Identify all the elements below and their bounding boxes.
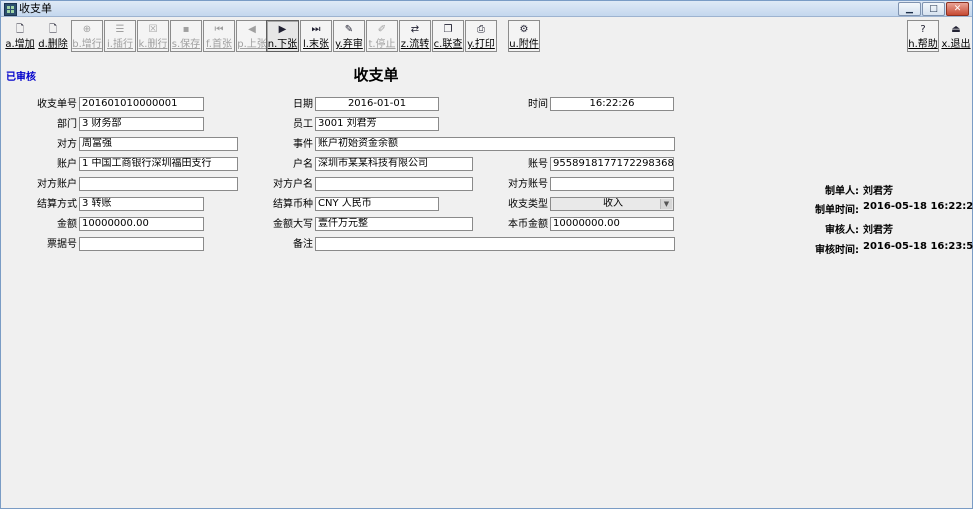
account-field[interactable]: 1 中国工商银行深圳福田支行 (79, 157, 238, 171)
first-record-icon: ⏮ (214, 24, 224, 35)
status-badge: 已审核 (6, 72, 36, 83)
delete-button[interactable]: 🗋 d.删除 (37, 20, 69, 52)
employee-field[interactable]: 3001 刘君芳 (315, 117, 439, 131)
remark-field[interactable] (315, 237, 675, 251)
prev-record-button[interactable]: ◀ p.上张 (236, 20, 268, 52)
close-button[interactable]: ✕ (946, 2, 969, 16)
date-field[interactable]: 2016-01-01 (315, 97, 439, 111)
account-label: 账户 (57, 159, 77, 170)
link-query-button[interactable]: ❐ c.联查 (432, 20, 464, 52)
help-icon: ? (920, 24, 926, 35)
amount-upper-field[interactable]: 壹仟万元整 (315, 217, 473, 231)
counterparty-field[interactable]: 周富强 (79, 137, 238, 151)
local-amount-label: 本币金额 (508, 219, 548, 230)
audited-time-value: 2016-05-18 16:23:56 (863, 241, 973, 252)
last-record-icon: ⏭ (311, 24, 321, 35)
counter-account-name-field[interactable] (315, 177, 473, 191)
print-button[interactable]: ⎙ y.打印 (465, 20, 497, 52)
account-name-field[interactable]: 深圳市某某科技有限公司 (315, 157, 473, 171)
save-icon: ▪ (182, 24, 190, 35)
maximize-button[interactable]: □ (922, 2, 945, 16)
currency-label: 结算币种 (273, 199, 313, 210)
amount-label: 金额 (57, 219, 77, 230)
first-record-button[interactable]: ⏮ f.首张 (203, 20, 235, 52)
add-row-icon: ⊕ (82, 24, 92, 35)
counterparty-label: 对方 (57, 139, 77, 150)
delete-row-button[interactable]: ☒ k.删行 (137, 20, 169, 52)
app-icon (4, 3, 17, 16)
date-label: 日期 (293, 99, 313, 110)
insert-row-icon: ☰ (115, 24, 125, 35)
save-button[interactable]: ▪ s.保存 (170, 20, 202, 52)
account-no-label: 账号 (528, 159, 548, 170)
account-name-label: 户名 (293, 159, 313, 170)
department-label: 部门 (57, 119, 77, 130)
stop-button[interactable]: ✐ t.停止 (366, 20, 398, 52)
type-label: 收支类型 (508, 199, 548, 210)
prev-record-icon: ◀ (248, 24, 256, 35)
type-select-value: 收入 (603, 198, 623, 209)
exit-button[interactable]: ⏏ x.退出 (940, 20, 972, 52)
flow-icon: ⇄ (410, 24, 420, 35)
attachment-button[interactable]: ⚙ u.附件 (508, 20, 540, 52)
title-bar[interactable]: 收支单 ▁ □ ✕ (1, 1, 972, 17)
link-query-icon: ❐ (443, 24, 453, 35)
settlement-label: 结算方式 (37, 199, 77, 210)
unaudit-icon: ✎ (344, 24, 354, 35)
time-label: 时间 (528, 99, 548, 110)
audited-time-label: 审核时间: (815, 245, 859, 256)
doc-no-label: 收支单号 (37, 99, 77, 110)
delete-doc-icon: 🗋 (48, 24, 58, 35)
event-label: 事件 (293, 139, 313, 150)
event-field[interactable]: 账户初始资金余额 (315, 137, 675, 151)
doc-no-field[interactable]: 201601010000001 (79, 97, 204, 111)
insert-row-button[interactable]: ☰ i.插行 (104, 20, 136, 52)
add-row-button[interactable]: ⊕ b.增行 (71, 20, 103, 52)
employee-label: 员工 (293, 119, 313, 130)
flow-button[interactable]: ⇄ z.流转 (399, 20, 431, 52)
time-field[interactable]: 16:22:26 (550, 97, 674, 111)
voucher-no-label: 票据号 (47, 239, 77, 250)
counter-account-no-label: 对方账号 (508, 179, 548, 190)
auditor-label: 审核人: (825, 225, 859, 236)
created-time-value: 2016-05-18 16:22:26 (863, 201, 973, 212)
creator-label: 制单人: (825, 186, 859, 197)
add-doc-icon: 🗋 (15, 24, 25, 35)
department-field[interactable]: 3 财务部 (79, 117, 204, 131)
created-time-label: 制单时间: (815, 205, 859, 216)
creator-value: 刘君芳 (863, 186, 893, 197)
delete-row-icon: ☒ (148, 24, 158, 35)
last-record-button[interactable]: ⏭ l.末张 (300, 20, 332, 52)
voucher-no-field[interactable] (79, 237, 204, 251)
counter-account-no-field[interactable] (550, 177, 674, 191)
amount-field[interactable]: 10000000.00 (79, 217, 204, 231)
window-title: 收支单 (19, 2, 52, 15)
next-record-icon: ▶ (278, 24, 287, 35)
attachment-icon: ⚙ (519, 24, 529, 35)
local-amount-field[interactable]: 10000000.00 (550, 217, 674, 231)
next-record-button[interactable]: ▶ n.下张 (266, 20, 299, 52)
help-button[interactable]: ? h.帮助 (907, 20, 939, 52)
form-title: 收支单 (353, 66, 399, 84)
minimize-button[interactable]: ▁ (898, 2, 921, 16)
exit-icon: ⏏ (951, 24, 961, 35)
counter-account-name-label: 对方户名 (273, 179, 313, 190)
auditor-value: 刘君芳 (863, 225, 893, 236)
add-button[interactable]: 🗋 a.增加 (4, 20, 36, 52)
chevron-down-icon[interactable]: ▼ (660, 199, 672, 209)
remark-label: 备注 (293, 239, 313, 250)
unaudit-button[interactable]: ✎ y.弃审 (333, 20, 365, 52)
counter-account-label: 对方账户 (37, 179, 77, 190)
stop-icon: ✐ (377, 24, 387, 35)
settlement-field[interactable]: 3 转账 (79, 197, 204, 211)
currency-field[interactable]: CNY 人民币 (315, 197, 439, 211)
toolbar: 🗋 a.增加 🗋 d.删除 ⊕ b.增行 ☰ i.插行 ☒ k.删行 ▪ s.保… (1, 17, 972, 53)
main-window: 收支单 ▁ □ ✕ 🗋 a.增加 🗋 d.删除 ⊕ b.增行 ☰ i.插行 ☒ … (0, 0, 973, 509)
print-icon: ⎙ (477, 24, 485, 35)
amount-upper-label: 金额大写 (273, 219, 313, 230)
counter-account-field[interactable] (79, 177, 238, 191)
type-select[interactable]: 收入 ▼ (550, 197, 674, 211)
account-no-field[interactable]: 9558918177172298368 (550, 157, 674, 171)
